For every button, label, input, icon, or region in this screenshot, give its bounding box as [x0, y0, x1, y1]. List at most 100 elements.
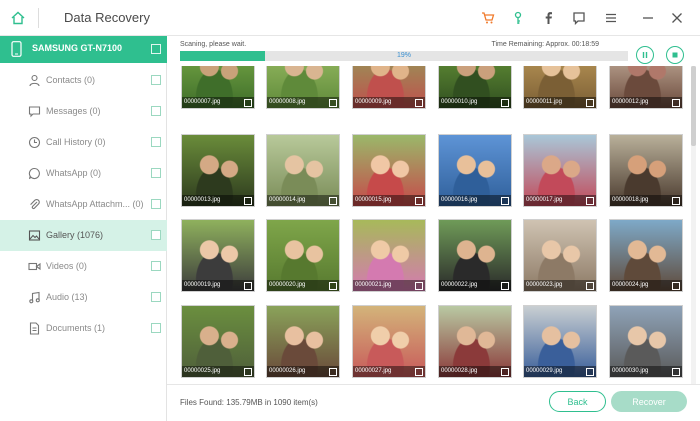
photo-checkbox[interactable] [586, 368, 594, 376]
main-panel: Scaning, please wait. Time Remaining: Ap… [167, 36, 700, 421]
sidebar-item-checkbox[interactable] [151, 137, 161, 147]
sidebar-item-whatsapp[interactable]: WhatsApp (0) [0, 158, 167, 189]
sidebar-item-audio[interactable]: Audio (13) [0, 282, 167, 313]
sidebar-item-checkbox[interactable] [151, 106, 161, 116]
photo-checkbox[interactable] [501, 368, 509, 376]
photo-thumbnail[interactable]: 00000019.jpg [181, 219, 255, 292]
sidebar-item-label: Audio (13) [46, 292, 88, 302]
feedback-button[interactable] [569, 8, 589, 28]
photo-thumbnail[interactable]: 00000024.jpg [609, 219, 683, 292]
photo-thumbnail[interactable]: 00000025.jpg [181, 305, 255, 378]
pause-button[interactable] [636, 46, 654, 64]
sidebar-item-checkbox[interactable] [151, 75, 161, 85]
scan-progress-bar: 19% [180, 51, 628, 61]
sidebar-item-checkbox[interactable] [151, 168, 161, 178]
photo-thumbnail[interactable]: 00000011.jpg [523, 66, 597, 109]
facebook-icon [545, 12, 552, 24]
footer-bar: Files Found: 135.79MB in 1090 item(s) Ba… [167, 384, 700, 421]
sidebar-item-checkbox[interactable] [151, 199, 161, 209]
photo-thumbnail[interactable]: 00000018.jpg [609, 134, 683, 207]
time-remaining: Time Remaining: Approx. 00:18:59 [491, 41, 599, 48]
photo-checkbox[interactable] [672, 282, 680, 290]
message-icon [28, 106, 41, 118]
sidebar-item-documents[interactable]: Documents (1) [0, 313, 167, 344]
clock-icon [28, 136, 41, 149]
register-button[interactable] [508, 8, 528, 28]
photo-checkbox[interactable] [415, 282, 423, 290]
home-button[interactable] [0, 0, 36, 36]
document-icon [29, 322, 40, 335]
photo-checkbox[interactable] [586, 99, 594, 107]
photo-checkbox[interactable] [415, 368, 423, 376]
device-checkbox[interactable] [151, 44, 161, 54]
device-header[interactable]: SAMSUNG GT-N7100 [0, 36, 167, 63]
photo-thumbnail[interactable]: 00000029.jpg [523, 305, 597, 378]
sidebar-item-gallery[interactable]: Gallery (1076) [0, 220, 167, 251]
photo-thumbnail[interactable]: 00000008.jpg [266, 66, 340, 109]
menu-button[interactable] [601, 8, 621, 28]
photo-checkbox[interactable] [244, 368, 252, 376]
scrollbar-thumb[interactable] [691, 66, 696, 146]
photo-checkbox[interactable] [244, 282, 252, 290]
sidebar: SAMSUNG GT-N7100 Contacts (0) Messages (… [0, 36, 167, 421]
photo-thumbnail[interactable]: 00000014.jpg [266, 134, 340, 207]
files-found: Files Found: 135.79MB in 1090 item(s) [180, 398, 318, 407]
paperclip-icon [30, 199, 40, 210]
minimize-button[interactable] [638, 8, 658, 28]
photo-thumbnail[interactable]: 00000020.jpg [266, 219, 340, 292]
photo-thumbnail[interactable]: 00000015.jpg [352, 134, 426, 207]
sidebar-item-checkbox[interactable] [151, 323, 161, 333]
progress-percent: 19% [396, 52, 411, 59]
sidebar-item-checkbox[interactable] [151, 261, 161, 271]
device-name: SAMSUNG GT-N7100 [32, 43, 123, 53]
sidebar-item-whatsapp-attachments[interactable]: WhatsApp Attachm... (0) [0, 189, 167, 220]
photo-checkbox[interactable] [501, 282, 509, 290]
stop-button[interactable] [666, 46, 684, 64]
sidebar-item-call-history[interactable]: Call History (0) [0, 127, 167, 158]
photo-thumbnail[interactable]: 00000016.jpg [438, 134, 512, 207]
photo-thumbnail[interactable]: 00000026.jpg [266, 305, 340, 378]
music-icon [29, 291, 40, 304]
photo-thumbnail[interactable]: 00000013.jpg [181, 134, 255, 207]
photo-thumbnail[interactable]: 00000028.jpg [438, 305, 512, 378]
photo-checkbox[interactable] [672, 368, 680, 376]
photo-thumbnail[interactable]: 00000012.jpg [609, 66, 683, 109]
photo-thumbnail[interactable]: 00000022.jpg [438, 219, 512, 292]
sidebar-item-checkbox[interactable] [151, 292, 161, 302]
cart-button[interactable] [478, 8, 498, 28]
photo-checkbox[interactable] [329, 368, 337, 376]
facebook-button[interactable] [538, 8, 558, 28]
photo-checkbox[interactable] [586, 197, 594, 205]
photo-thumbnail[interactable]: 00000009.jpg [352, 66, 426, 109]
photo-checkbox[interactable] [415, 197, 423, 205]
close-button[interactable] [667, 8, 687, 28]
photo-checkbox[interactable] [244, 99, 252, 107]
photo-thumbnail[interactable]: 00000027.jpg [352, 305, 426, 378]
photo-checkbox[interactable] [586, 282, 594, 290]
photo-checkbox[interactable] [329, 99, 337, 107]
photo-checkbox[interactable] [329, 282, 337, 290]
sidebar-item-videos[interactable]: Videos (0) [0, 251, 167, 282]
photo-checkbox[interactable] [501, 99, 509, 107]
back-button[interactable]: Back [549, 391, 606, 412]
photo-thumbnail[interactable]: 00000007.jpg [181, 66, 255, 109]
recover-button[interactable]: Recover [611, 391, 687, 412]
title-divider [38, 8, 39, 28]
photo-thumbnail[interactable]: 00000023.jpg [523, 219, 597, 292]
photo-thumbnail[interactable]: 00000021.jpg [352, 219, 426, 292]
feedback-icon [573, 12, 585, 25]
sidebar-item-messages[interactable]: Messages (0) [0, 96, 167, 127]
photo-checkbox[interactable] [672, 197, 680, 205]
photo-thumbnail[interactable]: 00000017.jpg [523, 134, 597, 207]
photo-checkbox[interactable] [672, 99, 680, 107]
menu-icon [606, 13, 616, 23]
photo-checkbox[interactable] [501, 197, 509, 205]
photo-thumbnail[interactable]: 00000030.jpg [609, 305, 683, 378]
scrollbar[interactable] [691, 66, 696, 406]
sidebar-item-contacts[interactable]: Contacts (0) [0, 65, 167, 96]
sidebar-item-checkbox[interactable] [151, 230, 161, 240]
photo-checkbox[interactable] [329, 197, 337, 205]
photo-checkbox[interactable] [415, 99, 423, 107]
photo-thumbnail[interactable]: 00000010.jpg [438, 66, 512, 109]
photo-checkbox[interactable] [244, 197, 252, 205]
